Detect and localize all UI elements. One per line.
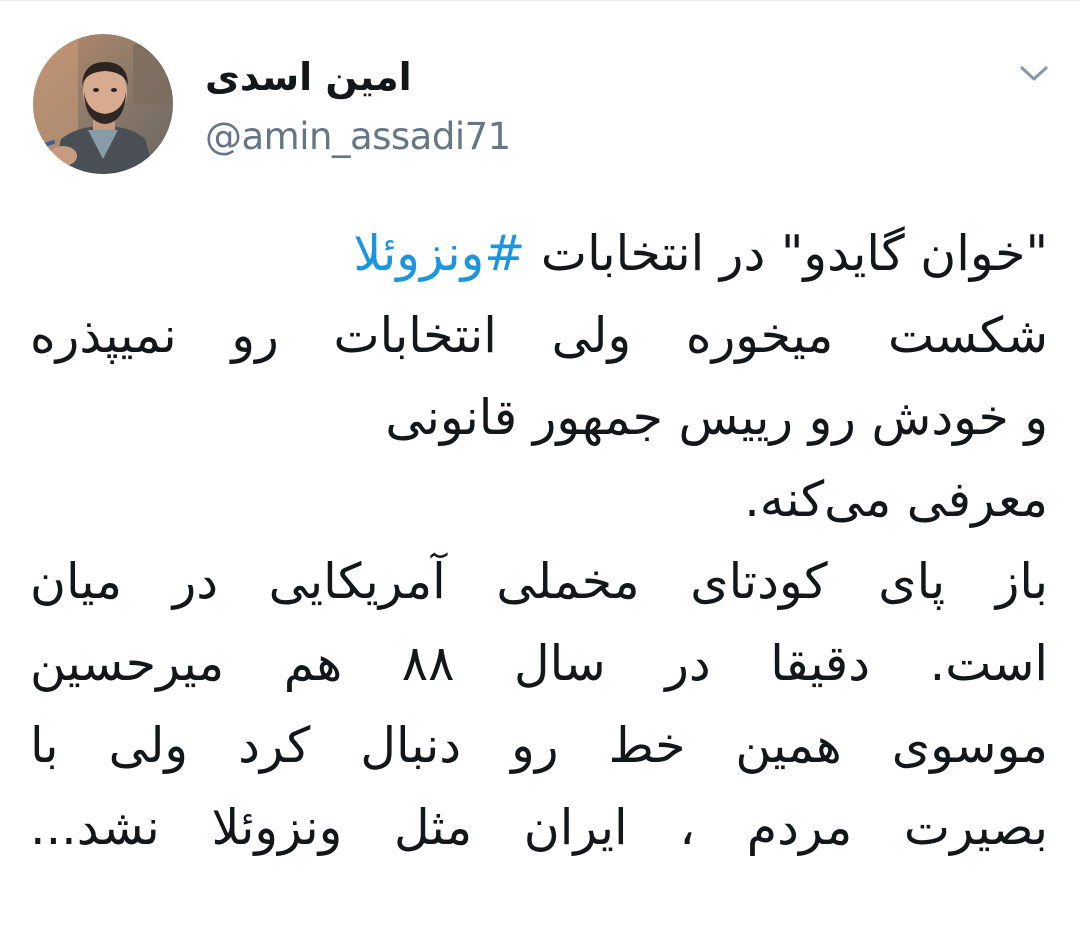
tweet-line: شکست میخوره ولی انتخابات رو نمیپذره xyxy=(30,307,1048,364)
tweet-line: و خودش رو رییس جمهور قانونی xyxy=(385,389,1048,446)
chevron-down-icon[interactable] xyxy=(1016,59,1052,87)
tweet-line-prefix: "خوان گایدو" در انتخابات xyxy=(525,225,1048,282)
tweet-line: است. دقیقا در سال ۸۸ هم میرحسین xyxy=(30,635,1048,692)
avatar[interactable] xyxy=(33,34,173,174)
tweet-text: "خوان گایدو" در انتخابات #ونزوئلا شکست م… xyxy=(30,213,1048,869)
author-handle[interactable]: @amin_assadi71 xyxy=(205,111,511,163)
author-display-name[interactable]: امین اسدی xyxy=(205,51,412,103)
tweet-card: امین اسدی @amin_assadi71 "خوان گایدو" در… xyxy=(0,0,1080,925)
tweet-line: معرفی می‌کنه. xyxy=(744,471,1048,528)
tweet-line: "خوان گایدو" در انتخابات #ونزوئلا xyxy=(30,213,1048,295)
tweet-line: موسوی همین خط رو دنبال کرد ولی با xyxy=(30,717,1048,774)
tweet-line: بصیرت مردم ، ایران مثل ونزوئلا نشد... xyxy=(30,799,1048,856)
profile-photo xyxy=(33,34,173,174)
tweet-line: باز پای کودتای مخملی آمریکایی در میان xyxy=(30,553,1048,610)
hashtag-link[interactable]: #ونزوئلا xyxy=(353,225,525,282)
